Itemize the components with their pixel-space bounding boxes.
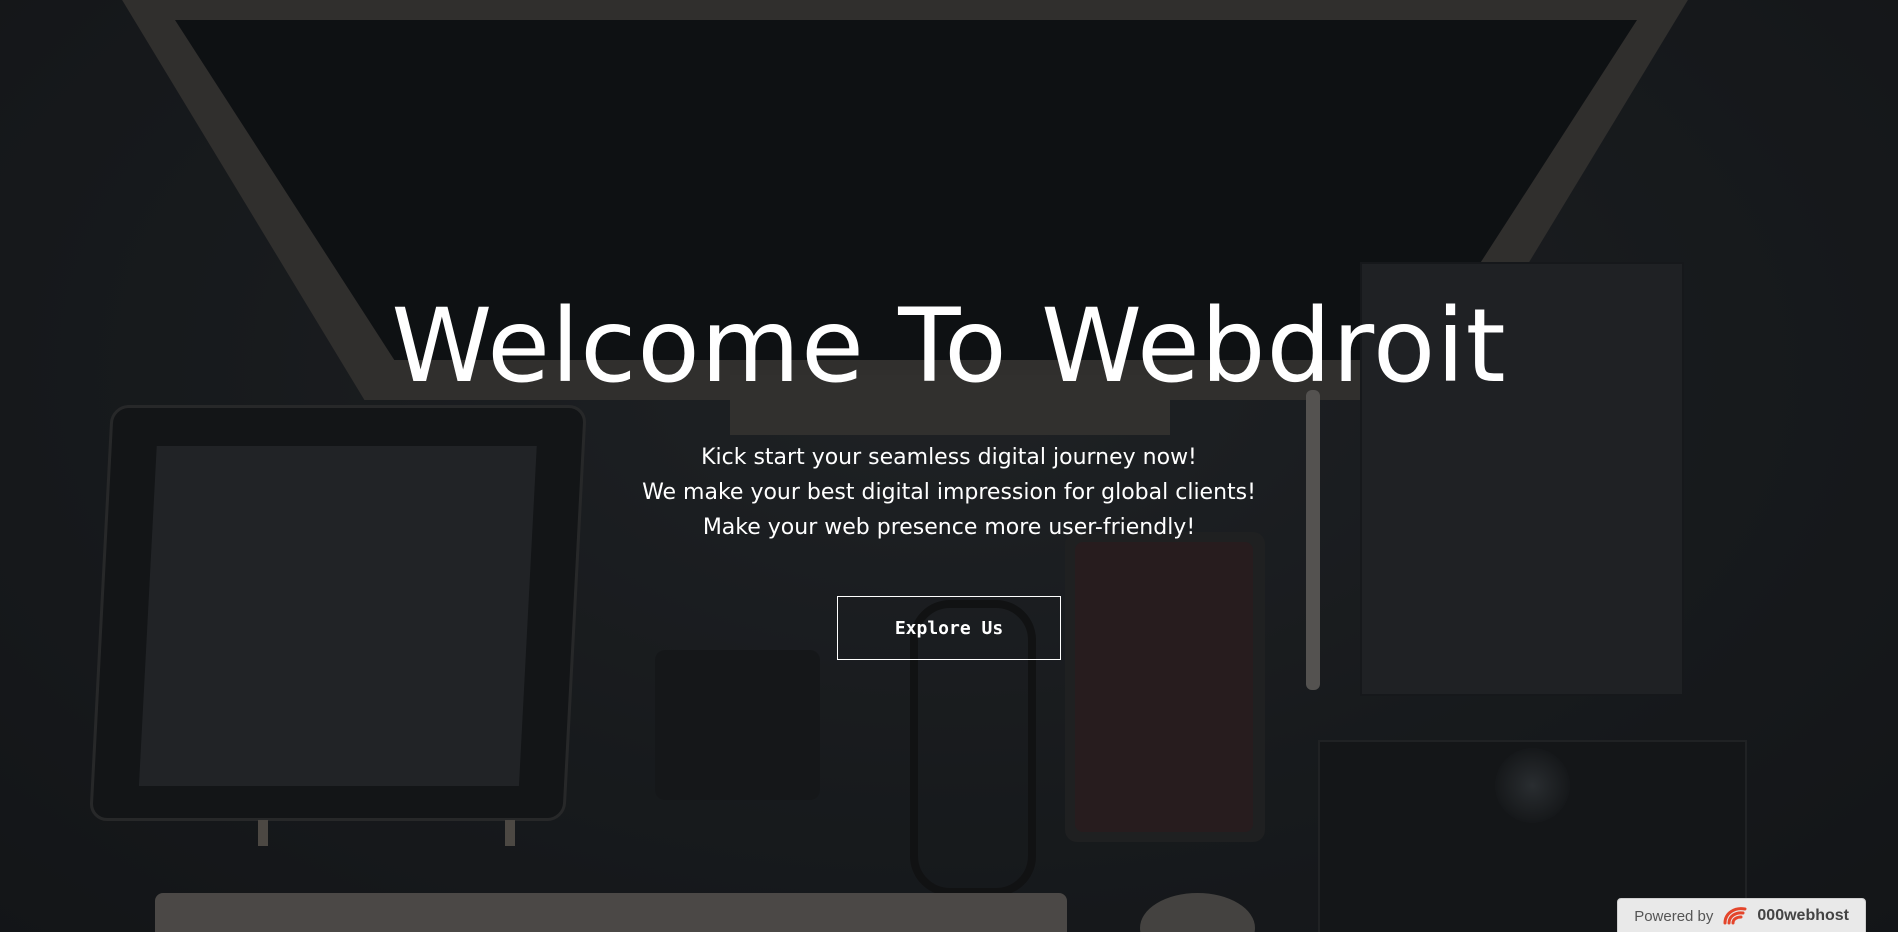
000webhost-logo-icon [1721,905,1749,927]
hero-subtitle: Kick start your seamless digital journey… [0,440,1898,545]
powered-by-badge[interactable]: Powered by 000webhost [1617,898,1866,932]
hero-section: Welcome To Webdroit Kick start your seam… [0,0,1898,932]
000webhost-brand: 000webhost [1757,907,1849,924]
explore-us-button[interactable]: Explore Us [837,596,1061,660]
powered-by-label: Powered by [1634,907,1714,925]
hero-line-2: We make your best digital impression for… [642,480,1256,505]
hero-title: Welcome To Webdroit [391,287,1507,406]
hero-line-3: Make your web presence more user-friendl… [702,515,1196,540]
hero-content: Welcome To Webdroit Kick start your seam… [0,0,1898,932]
hero-line-1: Kick start your seamless digital journey… [701,445,1197,470]
